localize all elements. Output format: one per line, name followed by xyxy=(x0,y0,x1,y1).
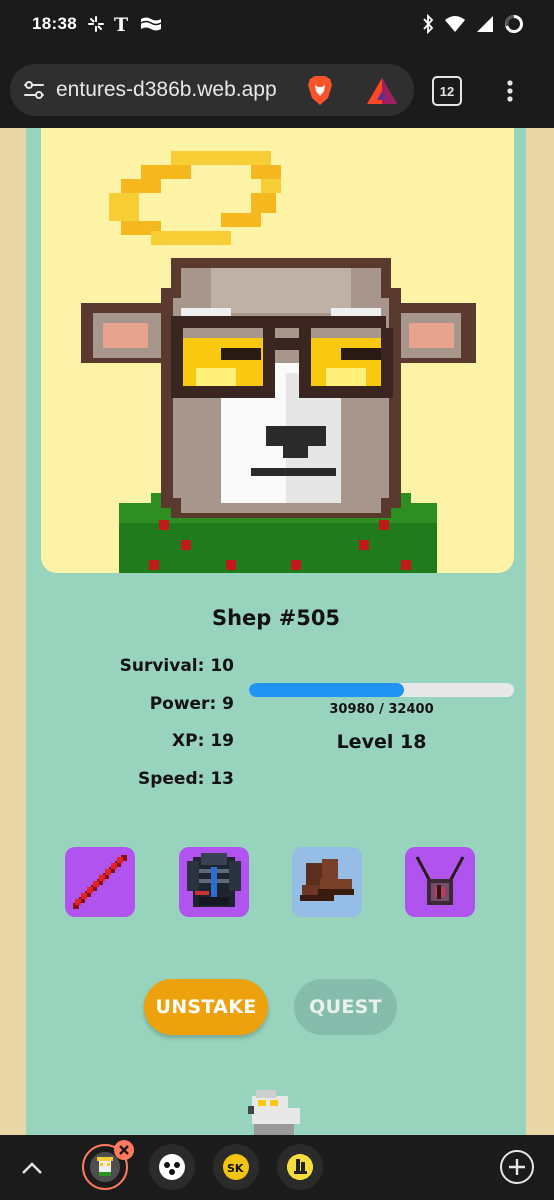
amulet-icon xyxy=(415,856,465,905)
brave-shields-icon[interactable] xyxy=(306,74,334,106)
web-page: Shep #505 Survival: 10 Power: 9 XP: 19 S… xyxy=(0,128,554,1135)
more-menu-icon[interactable] xyxy=(500,76,520,106)
equipment-slot-boots[interactable] xyxy=(292,847,362,917)
leather-boots-icon xyxy=(300,859,354,901)
url-text[interactable]: entures-d386b.web.app xyxy=(56,78,277,102)
xp-progress-fill xyxy=(249,683,404,697)
tab-switcher-button[interactable]: 12 xyxy=(432,76,462,106)
panda-favicon-icon xyxy=(159,1154,185,1180)
battery-icon xyxy=(505,15,523,33)
survival-stat: Survival: 10 xyxy=(119,656,234,676)
bluetooth-icon xyxy=(423,14,434,34)
site-settings-icon[interactable] xyxy=(22,78,46,102)
sk-favicon-icon: SK xyxy=(223,1154,249,1180)
plus-icon xyxy=(509,1159,525,1175)
goat-sprite-icon xyxy=(248,1090,300,1135)
signal-icon xyxy=(477,16,493,32)
nft-card: Shep #505 Survival: 10 Power: 9 XP: 19 S… xyxy=(26,128,526,1135)
red-staff-icon xyxy=(73,855,127,909)
sparkle-icon xyxy=(88,16,104,32)
status-time: 18:38 xyxy=(32,14,77,33)
tab-3[interactable]: SK xyxy=(213,1144,259,1190)
status-bar: 18:38 T xyxy=(0,0,554,52)
xp-progress-bar xyxy=(249,683,514,697)
svg-text:SK: SK xyxy=(227,1162,244,1175)
wifi-icon xyxy=(445,16,465,32)
nft-name: Shep #505 xyxy=(211,606,341,630)
halo-icon xyxy=(109,151,281,245)
notification-icons: T xyxy=(88,14,162,34)
yellow-favicon-icon xyxy=(287,1154,313,1180)
chevron-up-icon[interactable] xyxy=(20,1159,44,1177)
flag-icon xyxy=(140,17,162,31)
quest-button[interactable]: QUEST xyxy=(294,979,397,1035)
power-stat: Power: 9 xyxy=(149,694,234,714)
dark-armor-icon xyxy=(187,853,241,907)
unstake-button[interactable]: UNSTAKE xyxy=(144,979,268,1035)
speed-stat: Speed: 13 xyxy=(137,769,234,789)
level-label: Level 18 xyxy=(336,731,427,753)
equipment-slot-amulet[interactable] xyxy=(405,847,475,917)
new-tab-button[interactable] xyxy=(500,1150,534,1184)
browser-toolbar: entures-d386b.web.app 12 xyxy=(0,52,554,128)
close-tab-button[interactable] xyxy=(114,1140,134,1160)
tab-strip: SK xyxy=(0,1135,554,1200)
nft-portrait xyxy=(41,128,514,573)
svg-text:T: T xyxy=(114,14,128,34)
xp-progress-text: 30980 / 32400 xyxy=(329,702,434,717)
xp-stat: XP: 19 xyxy=(172,731,234,751)
close-icon xyxy=(119,1145,129,1155)
goat-portrait-image xyxy=(81,151,476,573)
system-icons xyxy=(422,14,524,34)
equipment-slot-staff[interactable] xyxy=(65,847,135,917)
tab-4[interactable] xyxy=(277,1144,323,1190)
address-bar[interactable]: entures-d386b.web.app xyxy=(10,64,414,116)
nyt-icon: T xyxy=(114,14,128,34)
tab-2[interactable] xyxy=(149,1144,195,1190)
equipment-slot-armor[interactable] xyxy=(179,847,249,917)
bat-rewards-icon[interactable] xyxy=(365,76,399,106)
